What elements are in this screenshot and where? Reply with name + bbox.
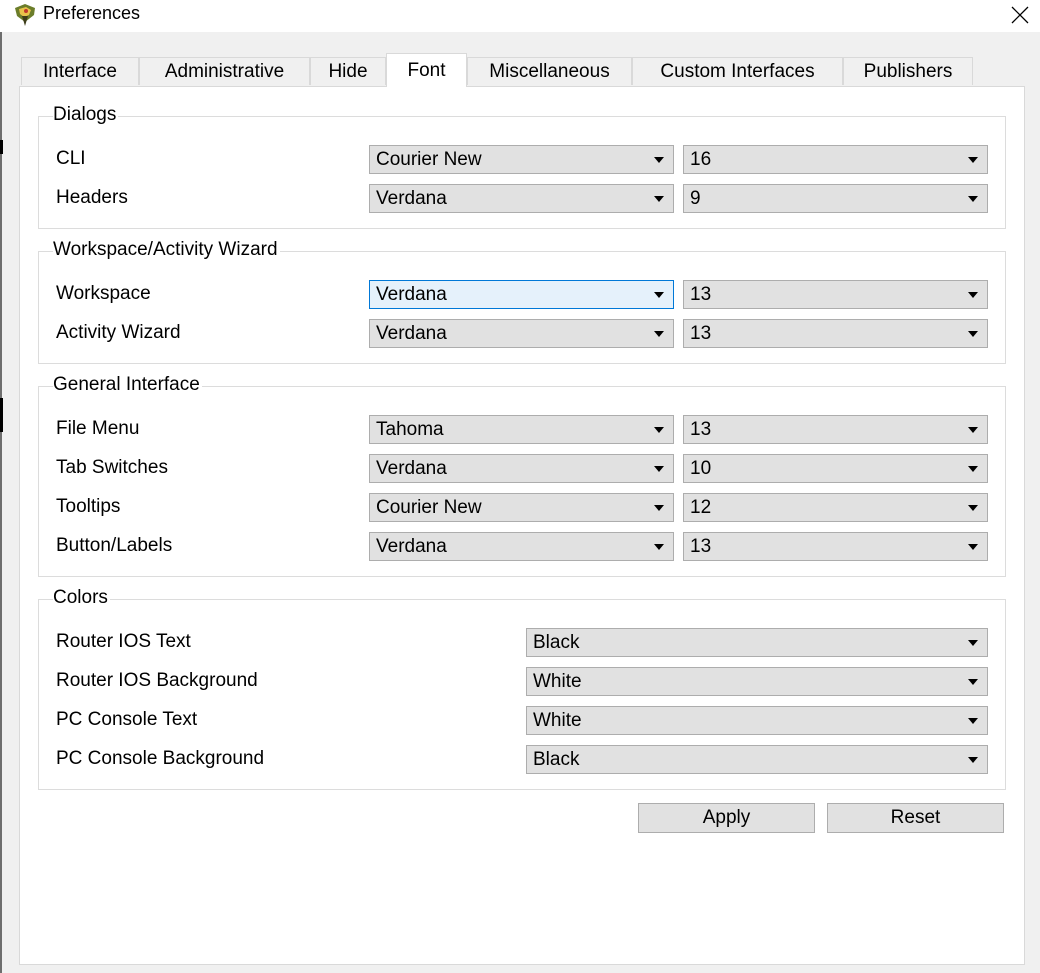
window-left-border — [0, 32, 2, 973]
dropdown-arrow-icon — [968, 157, 978, 163]
pc-console-background-label: PC Console Background — [56, 748, 265, 769]
tooltips-size-select[interactable]: 12 — [683, 493, 988, 522]
select-value: 13 — [690, 536, 712, 557]
dropdown-arrow-icon — [968, 292, 978, 298]
select-value: White — [533, 671, 582, 692]
dropdown-arrow-icon — [968, 718, 978, 724]
tab-publishers[interactable]: Publishers — [843, 57, 973, 85]
dropdown-arrow-icon — [654, 292, 664, 298]
select-value: Verdana — [376, 458, 447, 479]
headers-font-select[interactable]: Verdana — [369, 184, 674, 213]
select-value: 10 — [690, 458, 712, 479]
dropdown-arrow-icon — [654, 196, 664, 202]
select-value: Verdana — [376, 284, 447, 305]
tooltips-font-select[interactable]: Courier New — [369, 493, 674, 522]
select-value: 13 — [690, 284, 712, 305]
file-menu-font-select[interactable]: Tahoma — [369, 415, 674, 444]
colors-group-title: Colors — [53, 587, 110, 609]
dropdown-arrow-icon — [654, 427, 664, 433]
tab-switches-label: Tab Switches — [56, 457, 168, 478]
router-ios-background-label: Router IOS Background — [56, 670, 258, 691]
pc-console-text-color-select[interactable]: White — [526, 706, 988, 735]
activity-wizard-size-select[interactable]: 13 — [683, 319, 988, 348]
button-labels-font-select[interactable]: Verdana — [369, 532, 674, 561]
router-ios-text-color-select[interactable]: Black — [526, 628, 988, 657]
select-value: 13 — [690, 419, 712, 440]
pc-console-background-color-select[interactable]: Black — [526, 745, 988, 774]
activity-wizard-label: Activity Wizard — [56, 322, 181, 343]
select-value: Courier New — [376, 497, 482, 518]
dropdown-arrow-icon — [968, 640, 978, 646]
dropdown-arrow-icon — [968, 196, 978, 202]
workspace-group-title: Workspace/Activity Wizard — [53, 239, 280, 261]
workspace-size-select[interactable]: 13 — [683, 280, 988, 309]
tab-custom-interfaces[interactable]: Custom Interfaces — [632, 57, 843, 85]
window-edge-mark — [0, 398, 3, 432]
router-ios-background-color-select[interactable]: White — [526, 667, 988, 696]
headers-size-select[interactable]: 9 — [683, 184, 988, 213]
select-value: Courier New — [376, 149, 482, 170]
select-value: White — [533, 710, 582, 731]
select-value: 9 — [690, 188, 701, 209]
select-value: 12 — [690, 497, 712, 518]
activity-wizard-font-select[interactable]: Verdana — [369, 319, 674, 348]
close-button[interactable] — [1000, 0, 1040, 30]
reset-button[interactable]: Reset — [827, 803, 1004, 833]
select-value: 16 — [690, 149, 712, 170]
tab-miscellaneous[interactable]: Miscellaneous — [467, 57, 632, 85]
cli-font-select[interactable]: Courier New — [369, 145, 674, 174]
apply-button[interactable]: Apply — [638, 803, 815, 833]
tab-switches-size-select[interactable]: 10 — [683, 454, 988, 483]
select-value: Verdana — [376, 188, 447, 209]
dropdown-arrow-icon — [968, 427, 978, 433]
dropdown-arrow-icon — [654, 331, 664, 337]
title-bar: Preferences — [0, 0, 1040, 32]
dropdown-arrow-icon — [968, 505, 978, 511]
dropdown-arrow-icon — [654, 544, 664, 550]
general-interface-group-title: General Interface — [53, 374, 202, 396]
tooltips-label: Tooltips — [56, 496, 121, 517]
tab-switches-font-select[interactable]: Verdana — [369, 454, 674, 483]
pc-console-text-label: PC Console Text — [56, 709, 198, 730]
dropdown-arrow-icon — [654, 505, 664, 511]
headers-label: Headers — [56, 187, 128, 208]
select-value: Black — [533, 632, 580, 653]
router-ios-text-label: Router IOS Text — [56, 631, 191, 652]
dropdown-arrow-icon — [968, 757, 978, 763]
file-menu-label: File Menu — [56, 418, 140, 439]
tab-hide[interactable]: Hide — [310, 57, 386, 85]
select-value: Black — [533, 749, 580, 770]
select-value: Verdana — [376, 323, 447, 344]
dropdown-arrow-icon — [654, 157, 664, 163]
close-icon — [1011, 6, 1029, 24]
dropdown-arrow-icon — [968, 544, 978, 550]
cli-label: CLI — [56, 148, 86, 169]
cli-size-select[interactable]: 16 — [683, 145, 988, 174]
dropdown-arrow-icon — [968, 466, 978, 472]
dropdown-arrow-icon — [654, 466, 664, 472]
dialogs-group-title: Dialogs — [53, 104, 119, 126]
file-menu-size-select[interactable]: 13 — [683, 415, 988, 444]
window-edge-mark — [0, 140, 3, 154]
workspace-label: Workspace — [56, 283, 151, 304]
dropdown-arrow-icon — [968, 679, 978, 685]
window-title: Preferences — [43, 3, 141, 23]
button-labels-label: Button/Labels — [56, 535, 173, 556]
app-icon — [12, 2, 38, 28]
button-labels-size-select[interactable]: 13 — [683, 532, 988, 561]
select-value: 13 — [690, 323, 712, 344]
tab-font[interactable]: Font — [386, 53, 467, 87]
dropdown-arrow-icon — [968, 331, 978, 337]
tab-interface[interactable]: Interface — [21, 57, 139, 85]
tab-administrative[interactable]: Administrative — [139, 57, 310, 85]
workspace-font-select[interactable]: Verdana — [369, 280, 674, 309]
select-value: Verdana — [376, 536, 447, 557]
select-value: Tahoma — [376, 419, 444, 440]
